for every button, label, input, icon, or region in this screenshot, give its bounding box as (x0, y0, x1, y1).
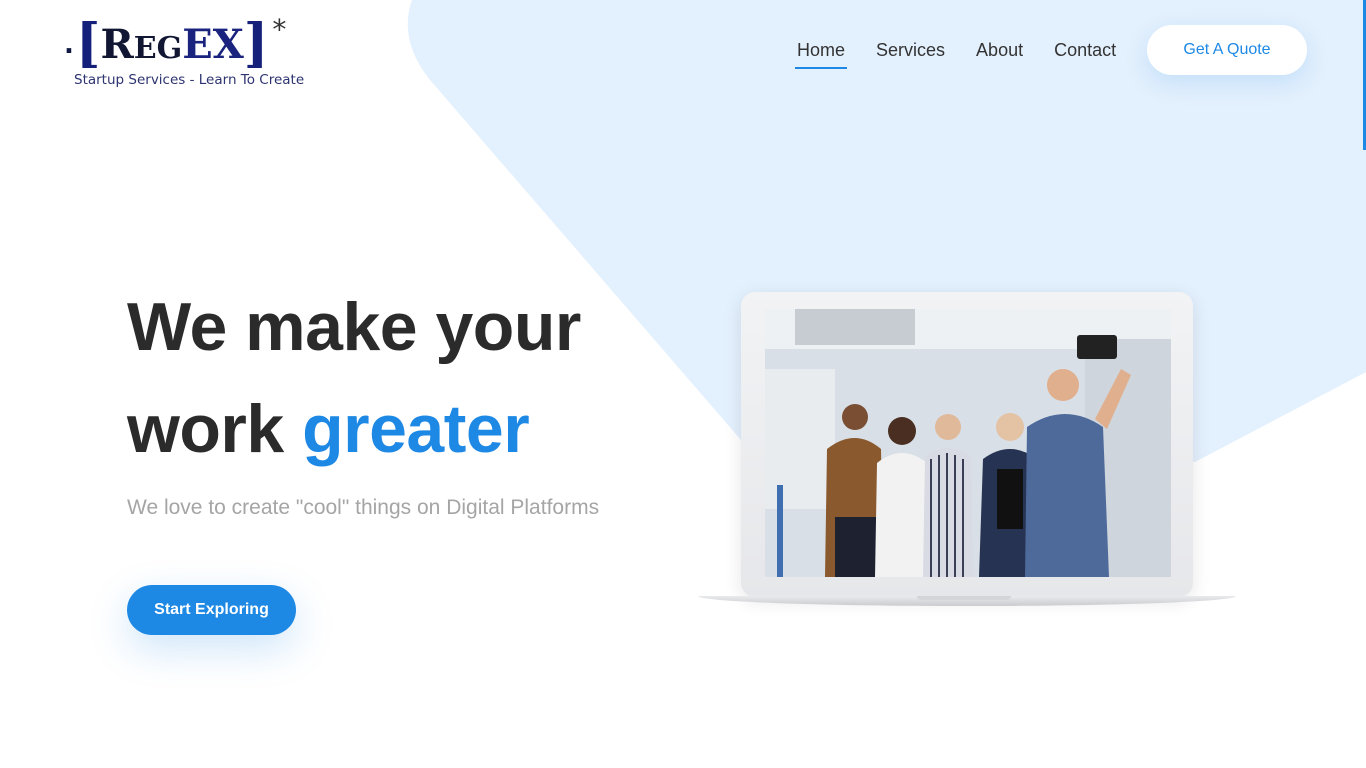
hero-heading-accent: greater (302, 391, 530, 467)
logo-word: REGEX (101, 20, 244, 74)
logo-bracket-close: ] (243, 13, 269, 74)
site-logo[interactable]: . [ REGEX ] * Startup Services - Learn T… (64, 13, 334, 92)
get-a-quote-button[interactable]: Get A Quote (1147, 25, 1307, 75)
logo-star: * (272, 13, 287, 46)
logo-letters-ex: EX (182, 21, 244, 68)
group-selfie-photo (765, 309, 1171, 577)
logo-letter-r: R (100, 21, 134, 68)
hero-subtitle: We love to create "cool" things on Digit… (127, 496, 600, 519)
hero-heading-line1: We make your (127, 289, 581, 365)
hero-heading: We make your work greater (127, 276, 581, 480)
logo-bracket-open: [ (75, 13, 101, 74)
logo-mark: . [ REGEX ] * (64, 13, 287, 74)
nav-item-about[interactable]: About (974, 36, 1025, 67)
logo-letters-eg: EG (133, 31, 183, 66)
logo-tagline: Startup Services - Learn To Create (74, 72, 305, 88)
start-exploring-button[interactable]: Start Exploring (127, 585, 296, 635)
main-nav: Home Services About Contact (795, 36, 1118, 69)
hero-heading-line2-plain: work (127, 391, 303, 467)
logo-dot: . (64, 30, 74, 60)
nav-item-services[interactable]: Services (874, 36, 947, 67)
nav-item-home[interactable]: Home (795, 36, 848, 69)
nav-item-contact[interactable]: Contact (1052, 36, 1118, 67)
laptop-mockup (698, 292, 1236, 612)
laptop-notch (917, 596, 1011, 600)
